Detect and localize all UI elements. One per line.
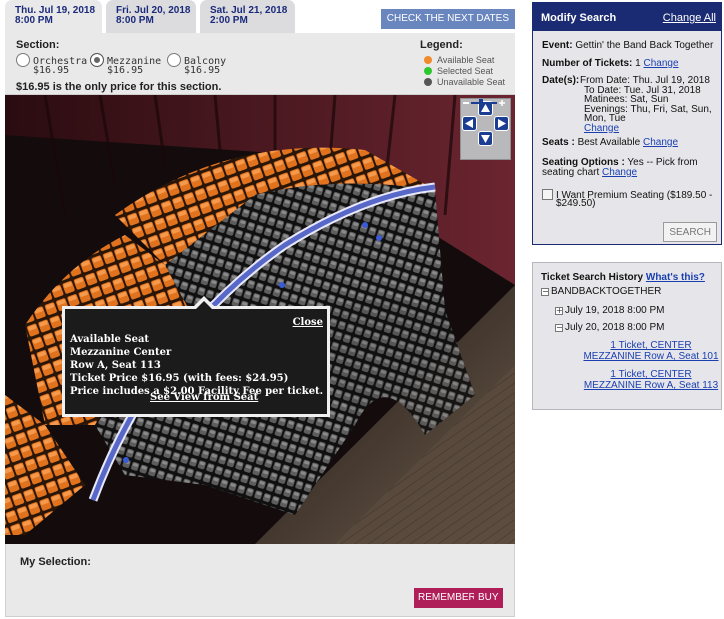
legend-selected: Selected Seat bbox=[424, 66, 493, 76]
see-view-from-seat-link[interactable]: See View from Seat bbox=[150, 391, 258, 404]
history-date-2[interactable]: − July 20, 2018 8:00 PM bbox=[555, 322, 665, 333]
search-button[interactable]: SEARCH bbox=[663, 222, 717, 242]
my-selection-panel: My Selection: REMEMBER BUY bbox=[5, 544, 515, 617]
change-all-link[interactable]: Change All bbox=[663, 12, 716, 24]
seating-options-value2: seating chart bbox=[542, 167, 600, 178]
available-dot-icon bbox=[424, 56, 432, 64]
orchestra-radio[interactable] bbox=[16, 53, 30, 67]
seat-info-popup: Close Available Seat Mezzanine Center Ro… bbox=[62, 296, 330, 417]
history-title: Ticket Search History bbox=[541, 272, 644, 283]
dates-change-link[interactable]: Change bbox=[584, 123, 619, 134]
seating-options-row2: seating chart Change bbox=[542, 168, 637, 178]
history-item-2-line1[interactable]: 1 Ticket, CENTER bbox=[610, 369, 691, 380]
event-label: Event: bbox=[542, 40, 573, 51]
tickets-change-link[interactable]: Change bbox=[644, 58, 679, 69]
price-note: $16.95 is the only price for this sectio… bbox=[16, 81, 222, 93]
balcony-price: $16.95 bbox=[184, 65, 221, 76]
history-item-2-line2[interactable]: MEZZANINE Row A, Seat 113 bbox=[584, 380, 718, 391]
my-selection-label: My Selection: bbox=[20, 556, 91, 568]
premium-label-2: $249.50) bbox=[556, 198, 596, 209]
tab-date-jul-19[interactable]: Thu. Jul 19, 2018 8:00 PM bbox=[5, 0, 102, 33]
dates-label: Date(s): bbox=[542, 75, 580, 86]
history-title-row: Ticket Search History What's this? bbox=[541, 272, 705, 283]
tab-date-jul-20[interactable]: Fri. Jul 20, 2018 8:00 PM bbox=[106, 0, 196, 33]
tickets-label: Number of Tickets: bbox=[542, 58, 633, 69]
unavailable-dot-icon bbox=[424, 78, 432, 86]
history-item-2[interactable]: 1 Ticket, CENTER MEZZANINE Row A, Seat 1… bbox=[581, 369, 721, 391]
expand-icon[interactable]: + bbox=[555, 307, 563, 315]
seat-row-number: Row A, Seat 113 bbox=[70, 360, 161, 371]
seats-value: Best Available bbox=[577, 137, 641, 148]
history-date-2-label: July 20, 2018 8:00 PM bbox=[565, 322, 665, 333]
pan-right-icon[interactable] bbox=[494, 116, 509, 131]
tab-time: 8:00 PM bbox=[15, 15, 53, 26]
seating-options-value: Yes -- Pick from bbox=[627, 157, 698, 168]
section-bar: Section: Orchestra $16.95 Mezzanine $16.… bbox=[5, 33, 515, 95]
tab-time: 8:00 PM bbox=[116, 15, 154, 26]
modify-search-panel: Modify Search Change All Event: Gettin' … bbox=[532, 2, 722, 245]
dates-row: Date(s): bbox=[542, 76, 579, 86]
tab-date-jul-21[interactable]: Sat. Jul 21, 2018 2:00 PM bbox=[200, 0, 295, 33]
section-label: Section: bbox=[16, 39, 60, 51]
premium-checkbox[interactable] bbox=[542, 189, 553, 200]
mezzanine-radio[interactable] bbox=[90, 53, 104, 67]
seats-label: Seats : bbox=[542, 137, 575, 148]
seat-map-canvas[interactable]: Close Available Seat Mezzanine Center Ro… bbox=[5, 95, 515, 544]
collapse-icon[interactable]: − bbox=[555, 324, 563, 332]
legend-unavailable-label: Unavailable Seat bbox=[437, 77, 506, 87]
tab-time: 2:00 PM bbox=[210, 15, 248, 26]
seats-change-link[interactable]: Change bbox=[643, 137, 678, 148]
buy-button[interactable]: BUY bbox=[474, 588, 503, 608]
legend-unavailable: Unavailable Seat bbox=[424, 77, 505, 87]
event-row: Event: Gettin' the Band Back Together bbox=[542, 41, 713, 51]
mezzanine-price: $16.95 bbox=[107, 65, 144, 76]
legend-available-label: Available Seat bbox=[437, 55, 495, 65]
pan-down-icon[interactable] bbox=[478, 131, 493, 146]
dates-values: From Date: Thu. Jul 19, 2018 To Date: Tu… bbox=[580, 76, 712, 133]
history-item-1-line2[interactable]: MEZZANINE Row A, Seat 101 bbox=[583, 351, 718, 362]
history-root[interactable]: − BANDBACKTOGETHER bbox=[541, 286, 661, 297]
tickets-row: Number of Tickets: 1 Change bbox=[542, 59, 679, 69]
tickets-value: 1 bbox=[635, 58, 641, 69]
remember-button[interactable]: REMEMBER bbox=[414, 588, 480, 608]
whats-this-link[interactable]: What's this? bbox=[646, 272, 705, 283]
popup-pointer-inner bbox=[196, 301, 212, 309]
legend-selected-label: Selected Seat bbox=[437, 66, 494, 76]
seat-section: Mezzanine Center bbox=[70, 347, 172, 358]
history-item-1-line1[interactable]: 1 Ticket, CENTER bbox=[610, 340, 691, 351]
history-date-1[interactable]: + July 19, 2018 8:00 PM bbox=[555, 305, 665, 316]
map-navigation-control bbox=[460, 98, 511, 160]
collapse-icon[interactable]: − bbox=[541, 288, 549, 296]
seating-change-link[interactable]: Change bbox=[602, 167, 637, 178]
history-item-1[interactable]: 1 Ticket, CENTER MEZZANINE Row A, Seat 1… bbox=[581, 340, 721, 362]
modify-search-header: Modify Search Change All bbox=[533, 3, 721, 31]
selected-dot-icon bbox=[424, 67, 432, 75]
date-tabs: Thu. Jul 19, 2018 8:00 PM Fri. Jul 20, 2… bbox=[5, 0, 515, 33]
ticket-search-history-panel: Ticket Search History What's this? − BAND… bbox=[532, 262, 722, 410]
event-value: Gettin' the Band Back Together bbox=[575, 40, 714, 51]
zoom-slider[interactable] bbox=[461, 99, 505, 107]
balcony-radio[interactable] bbox=[167, 53, 181, 67]
history-root-label: BANDBACKTOGETHER bbox=[551, 286, 662, 297]
history-date-1-label: July 19, 2018 8:00 PM bbox=[565, 305, 665, 316]
popup-close-link[interactable]: Close bbox=[293, 316, 323, 329]
seat-ticket-price: Ticket Price $16.95 (with fees: $24.95) bbox=[70, 373, 289, 384]
seat-status: Available Seat bbox=[70, 334, 150, 345]
premium-row2: $249.50) bbox=[556, 199, 595, 209]
legend-available: Available Seat bbox=[424, 55, 494, 65]
legend-title: Legend: bbox=[420, 39, 463, 51]
seats-row: Seats : Best Available Change bbox=[542, 138, 678, 148]
orchestra-price: $16.95 bbox=[33, 65, 70, 76]
check-next-dates-button[interactable]: CHECK THE NEXT DATES bbox=[380, 9, 515, 29]
pan-left-icon[interactable] bbox=[462, 116, 477, 131]
modify-search-title: Modify Search bbox=[541, 12, 617, 24]
seat-map-panel: Thu. Jul 19, 2018 8:00 PM Fri. Jul 20, 2… bbox=[5, 0, 515, 617]
